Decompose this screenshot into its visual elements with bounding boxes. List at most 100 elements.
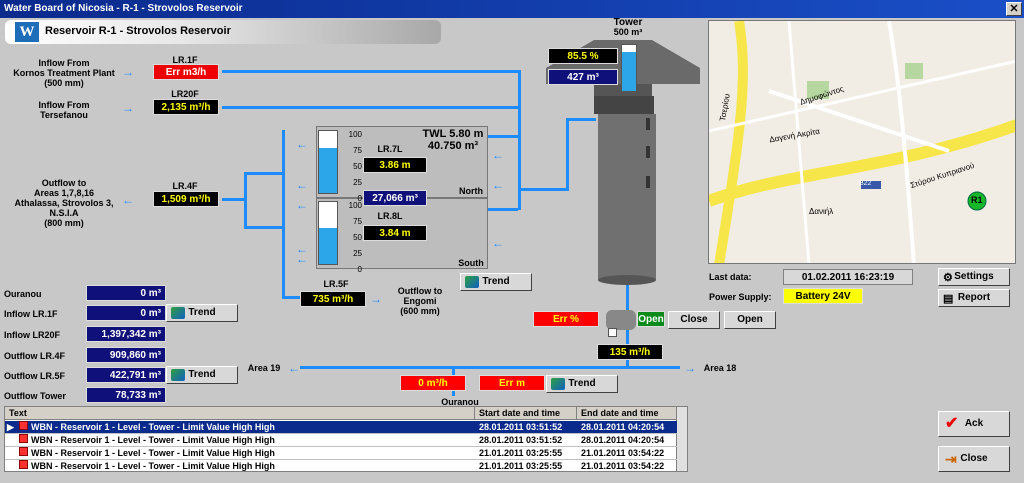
stat-outflow-lr5f-value: 422,791 m³ — [86, 367, 166, 383]
row-end: 28.01.2011 04:20:54 — [581, 422, 665, 432]
report-button[interactable]: ▤ Report — [938, 289, 1010, 307]
tower-volume: 427 m³ — [548, 69, 618, 85]
tower-outflow-value: 135 m³/h — [597, 344, 663, 360]
map-street-label: Δανιήλ — [809, 207, 834, 216]
ack-button[interactable]: ✔ Ack — [938, 411, 1010, 437]
row-text: WBN - Reservoir 1 - Level - Tower - Limi… — [31, 461, 275, 471]
stat-inflow-lr20f-value: 1,397,342 m³ — [86, 326, 166, 342]
table-row[interactable]: ▶ WBN - Reservoir 1 - Level - Tower - Li… — [5, 421, 677, 434]
table-row[interactable]: WBN - Reservoir 1 - Level - Tower - Limi… — [5, 434, 677, 447]
scale-tick: 100 — [348, 130, 362, 139]
inflow-kornos-value: Err m3/h — [153, 64, 219, 80]
map-road-badge: B22 — [859, 180, 872, 187]
scale-tick: 25 — [353, 249, 362, 258]
south-scale: 100 75 50 25 0 — [340, 198, 362, 278]
valve-status: Open — [637, 311, 665, 327]
outflow-engomi-tag: LR.5F — [323, 279, 349, 289]
valve-err: Err % — [533, 311, 599, 327]
ouranou-flow-value: 0 m³/h — [400, 375, 466, 391]
checkmark-icon: ✔ — [945, 415, 959, 432]
location-map[interactable]: Τσερίου Στύρου Κυπριανού Δημοφώντος Δαγε… — [708, 20, 1016, 264]
scale-tick: 0 — [357, 265, 362, 274]
pipe — [488, 208, 518, 211]
north-scale: 100 75 50 25 0 — [340, 127, 362, 207]
south-level-value: 3.84 m — [363, 225, 427, 241]
column-header-start[interactable]: Start date and time — [475, 407, 577, 420]
trend-icon — [465, 276, 479, 288]
stat-trend-button[interactable]: Trend — [166, 304, 238, 322]
flow-arrow-icon: ← — [296, 137, 308, 151]
exit-icon: ⇥ — [945, 451, 957, 467]
pipe — [282, 296, 300, 299]
north-level-bar — [318, 130, 338, 194]
trend-icon — [171, 307, 185, 319]
flow-arrow-icon: ← — [296, 198, 308, 212]
table-row[interactable]: WBN - Reservoir 1 - Level - Tower - Limi… — [5, 447, 677, 460]
valve-close-button[interactable]: Close — [668, 311, 720, 329]
power-supply-value: Battery 24V — [783, 288, 863, 304]
close-button[interactable]: ⇥ Close — [938, 446, 1010, 472]
column-header-text[interactable]: Text — [5, 407, 475, 420]
flow-arrow-icon: → — [370, 292, 382, 306]
trend-icon — [551, 378, 565, 390]
map-graphic — [709, 21, 1015, 263]
stat-ouranou-label: Ouranou — [4, 289, 42, 299]
stat-outflow-lr4f-value: 909,860 m³ — [86, 347, 166, 363]
pipe — [488, 135, 518, 138]
stat-outflow-lr4f-label: Outflow LR.4F — [4, 351, 65, 361]
alarm-table: Text Start date and time End date and ti… — [4, 406, 688, 472]
outflow-areas-label: Outflow to Areas 1,7,8,16 Athalassa, Str… — [14, 178, 114, 228]
scale-tick: 75 — [353, 217, 362, 226]
map-reservoir-marker[interactable]: R1 — [971, 195, 983, 205]
table-row[interactable]: WBN - Reservoir 1 - Level - Tower - Limi… — [5, 460, 677, 471]
north-label: North — [459, 186, 483, 196]
pipe — [282, 130, 285, 298]
window-title: Water Board of Nicosia - R-1 - Strovolos… — [4, 3, 243, 14]
last-data-value: 01.02.2011 16:23:19 — [783, 269, 913, 285]
ouranou-trend-button[interactable]: Trend — [546, 375, 618, 393]
stat-inflow-lr1f-value: 0 m³ — [86, 305, 166, 321]
flow-arrow-icon: ← — [296, 252, 308, 266]
reservoir-trend-button[interactable]: Trend — [460, 273, 532, 291]
stat-ouranou-value: 0 m³ — [86, 285, 166, 301]
power-supply-label: Power Supply: — [709, 292, 772, 302]
pipe — [244, 226, 284, 229]
flow-arrow-icon: ← — [492, 236, 504, 250]
outflow-engomi-value: 735 m³/h — [300, 291, 366, 307]
south-level-bar — [318, 201, 338, 265]
outflow-engomi-label: Outflow to Engomi (600 mm) — [397, 286, 443, 316]
reservoir-level: 40.750 m³ — [427, 140, 479, 152]
north-level-tag: LR.7L — [377, 144, 403, 154]
ouranou-err-value: Err m — [479, 375, 545, 391]
scale-tick: 100 — [348, 201, 362, 210]
tower-level-pct: 85.5 % — [548, 48, 618, 64]
inflow-tersefanou-value: 2,135 m³/h — [153, 99, 219, 115]
flow-arrow-icon: ← — [288, 361, 300, 375]
area-19-label: Area 19 — [247, 363, 281, 373]
settings-button[interactable]: ⚙ Settings — [938, 268, 1010, 286]
row-text: WBN - Reservoir 1 - Level - Tower - Limi… — [31, 422, 275, 432]
valve-checkbox[interactable] — [608, 328, 617, 337]
alarm-icon — [19, 447, 28, 456]
pipe — [222, 198, 246, 201]
pipe — [244, 172, 247, 228]
south-label: South — [458, 258, 484, 268]
outflow-areas-value: 1,509 m³/h — [153, 191, 219, 207]
pipe — [222, 106, 520, 109]
row-text: WBN - Reservoir 1 - Level - Tower - Limi… — [31, 435, 275, 445]
window-close-button[interactable]: ✕ — [1006, 2, 1022, 16]
pipe — [222, 70, 520, 73]
south-level-tag: LR.8L — [377, 211, 403, 221]
table-scrollbar[interactable] — [676, 407, 687, 471]
row-end: 21.01.2011 03:54:22 — [581, 461, 665, 471]
row-start: 21.01.2011 03:25:55 — [479, 461, 563, 471]
stat-inflow-lr1f-label: Inflow LR.1F — [4, 309, 58, 319]
stat-outflow-tower-label: Outflow Tower — [4, 391, 66, 401]
stat-outflow-tower-value: 78,733 m³ — [86, 387, 166, 403]
report-icon: ▤ — [943, 293, 954, 305]
row-text: WBN - Reservoir 1 - Level - Tower - Limi… — [31, 448, 275, 458]
stat-trend-button[interactable]: Trend — [166, 366, 238, 384]
valve-open-button[interactable]: Open — [724, 311, 776, 329]
column-header-end[interactable]: End date and time — [577, 407, 677, 420]
outflow-areas-tag: LR.4F — [172, 181, 198, 191]
